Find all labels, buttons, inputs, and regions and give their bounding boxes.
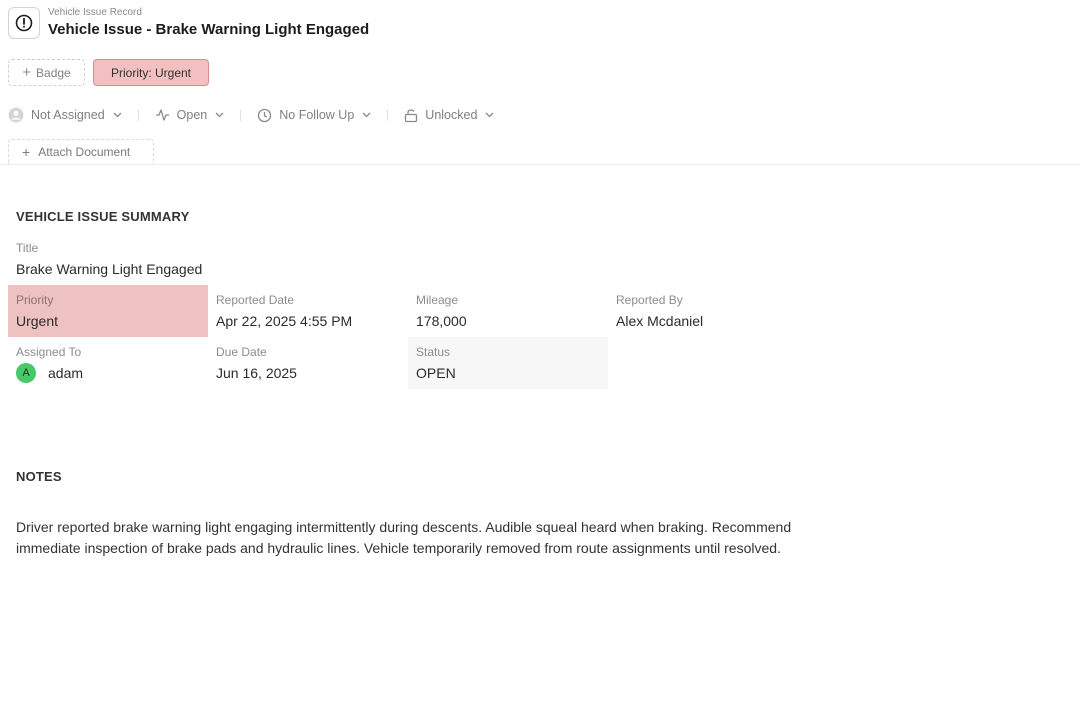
mileage-label: Mileage [416, 293, 459, 307]
title-label: Title [16, 241, 39, 255]
activity-icon [155, 108, 170, 122]
assigned-to-field: Assigned To A adam [8, 337, 208, 389]
status-dropdown[interactable]: Open [155, 108, 225, 122]
add-badge-label: Badge [36, 65, 71, 80]
reported-by-label: Reported By [616, 293, 683, 307]
header-divider [0, 164, 1080, 165]
assignee-name: adam [48, 365, 84, 381]
follow-up-label: No Follow Up [279, 108, 355, 122]
priority-field: Priority Urgent [8, 285, 208, 337]
assignment-dropdown[interactable]: Not Assigned [8, 107, 122, 123]
title-field: Title Brake Warning Light Engaged [16, 241, 202, 278]
lock-dropdown[interactable]: Unlocked [404, 108, 494, 123]
badge-row: + Badge Priority: Urgent [8, 59, 209, 86]
reported-date-value: Apr 22, 2025 4:55 PM [216, 313, 353, 329]
title-value: Brake Warning Light Engaged [16, 261, 203, 277]
avatar: A [16, 363, 36, 383]
divider [137, 109, 139, 121]
priority-badge[interactable]: Priority: Urgent [93, 59, 209, 86]
alert-circle-icon [8, 7, 40, 39]
mileage-value: 178,000 [416, 313, 467, 329]
status-field-value: OPEN [416, 365, 456, 381]
clock-icon [257, 108, 272, 123]
assignee[interactable]: A adam [16, 363, 200, 383]
status-label: Open [176, 108, 208, 122]
reported-date-label: Reported Date [216, 293, 295, 307]
notes-heading: NOTES [16, 469, 62, 484]
chevron-down-icon [113, 112, 122, 118]
chevron-down-icon [485, 112, 494, 118]
chevron-down-icon [215, 112, 224, 118]
divider [387, 109, 389, 121]
summary-heading: VEHICLE ISSUE SUMMARY [16, 209, 190, 224]
user-icon [8, 107, 24, 123]
due-date-field: Due Date Jun 16, 2025 [208, 337, 408, 389]
attach-document-button[interactable]: + Attach Document [8, 139, 154, 164]
add-badge-button[interactable]: + Badge [8, 59, 85, 86]
reported-by-field: Reported By Alex Mcdaniel [608, 285, 808, 337]
due-date-label: Due Date [216, 345, 267, 359]
attach-document-label: Attach Document [38, 145, 131, 159]
unlock-icon [404, 108, 418, 123]
mileage-field: Mileage 178,000 [408, 285, 608, 337]
plus-icon: + [22, 144, 31, 160]
follow-up-dropdown[interactable]: No Follow Up [257, 108, 371, 123]
priority-label: Priority [16, 293, 54, 307]
divider [240, 109, 242, 121]
assignment-label: Not Assigned [31, 108, 105, 122]
lock-label: Unlocked [425, 108, 478, 122]
reported-date-field: Reported Date Apr 22, 2025 4:55 PM [208, 285, 408, 337]
priority-value: Urgent [16, 313, 59, 329]
meta-toolbar: Not Assigned Open No Follow Up Unlocked [8, 105, 494, 125]
page-title: Vehicle Issue - Brake Warning Light Enga… [48, 21, 370, 38]
record-type-label: Vehicle Issue Record [48, 7, 142, 18]
status-field-label: Status [416, 345, 451, 359]
due-date-value: Jun 16, 2025 [216, 365, 297, 381]
chevron-down-icon [362, 112, 371, 118]
plus-icon: + [22, 64, 32, 81]
assigned-to-label: Assigned To [16, 345, 82, 359]
record-header: Vehicle Issue Record Vehicle Issue - Bra… [8, 7, 369, 39]
notes-text: Driver reported brake warning light enga… [16, 519, 792, 556]
reported-by-value: Alex Mcdaniel [616, 313, 704, 329]
status-field: Status OPEN [408, 337, 608, 389]
